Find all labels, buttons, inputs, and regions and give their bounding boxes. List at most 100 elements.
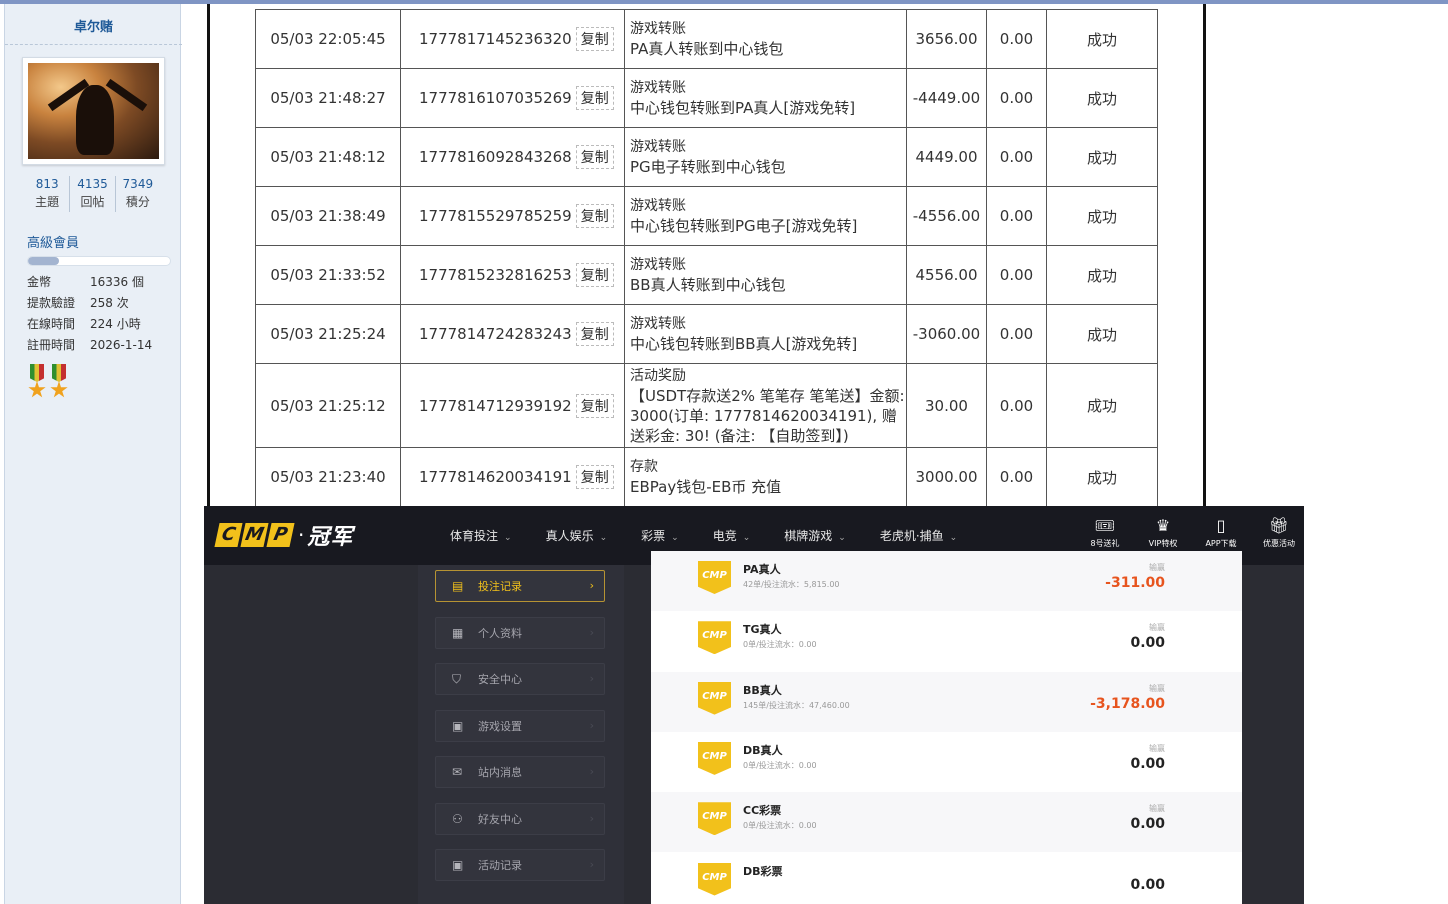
- game-stat-row[interactable]: CMP PA真人 42单/投注流水：5,815.00 输赢 -311.00: [651, 551, 1242, 611]
- tx-id: 1777814712939192 复制: [400, 363, 625, 448]
- tx-id: 1777815529785259 复制: [400, 186, 625, 246]
- tx-date: 05/03 21:25:12: [255, 363, 401, 448]
- tx-fee: 0.00: [986, 9, 1047, 69]
- game-stats-panel: CMP PA真人 42单/投注流水：5,815.00 输赢 -311.00 CMP TG真人…: [651, 551, 1242, 904]
- win-loss-label: 输赢: [1149, 743, 1165, 753]
- cmp-badge-icon: CMP: [698, 741, 731, 775]
- game-turnover: 145单/投注流水：47,460.00: [743, 700, 850, 710]
- tx-status: 成功: [1046, 304, 1158, 364]
- chevron-right-icon: ›: [589, 765, 594, 778]
- chevron-right-icon: ›: [589, 858, 594, 871]
- crown-icon: ♛: [1155, 516, 1171, 535]
- username-link[interactable]: 卓尔赌: [5, 16, 182, 35]
- sidebar-item[interactable]: ⛉ 安全中心 ›: [435, 663, 605, 695]
- tx-date: 05/03 21:38:49: [255, 186, 401, 246]
- transaction-row: 05/03 21:25:24 1777814724283243 复制 游戏转账 中心钱包…: [255, 304, 1158, 364]
- stat-points[interactable]: 7349 積分: [116, 176, 160, 212]
- tx-description: 游戏转账 BB真人转账到中心钱包: [624, 245, 907, 305]
- tx-date: 05/03 22:05:45: [255, 9, 401, 69]
- avatar[interactable]: [22, 57, 165, 165]
- game-name: CC彩票: [743, 804, 782, 818]
- tx-description: 游戏转账 中心钱包转账到BB真人[游戏免转]: [624, 304, 907, 364]
- sidebar-item[interactable]: ▣ 活动记录 ›: [435, 849, 605, 881]
- betting-site-screenshot: C M P · 冠军 体育投注 ⌄ 真人娱乐 ⌄ 彩票 ⌄ 电竞 ⌄ 棋牌游戏 ⌄ 老虎机·捕鱼 ⌄ …: [204, 506, 1304, 904]
- gift-8th-button[interactable]: 🎟︎ 8号送礼: [1076, 516, 1134, 550]
- game-stat-row[interactable]: CMP CC彩票 0单/投注流水：0.00 输赢 0.00: [651, 792, 1242, 853]
- info-row: 提款驗證 258 次: [27, 296, 129, 310]
- win-loss-label: 输赢: [1149, 623, 1165, 633]
- shield-icon: ⛉: [452, 671, 462, 686]
- tx-status: 成功: [1046, 9, 1158, 69]
- medal-icon[interactable]: [49, 364, 69, 400]
- transaction-row: 05/03 21:25:12 1777814712939192 复制 活动奖励 【USD…: [255, 363, 1158, 448]
- game-name: DB真人: [743, 743, 783, 757]
- tx-status: 成功: [1046, 363, 1158, 448]
- app-download-button[interactable]: ▯ APP下载: [1192, 516, 1250, 550]
- tx-description: 存款 EBPay钱包-EB币 充值: [624, 447, 907, 506]
- win-loss-value: -3,178.00: [1090, 695, 1165, 712]
- stat-threads[interactable]: 813 主題: [25, 176, 71, 212]
- tx-amount: -4449.00: [906, 68, 987, 128]
- tx-date: 05/03 21:48:27: [255, 68, 401, 128]
- win-loss-value: 0.00: [1130, 816, 1165, 833]
- tx-description: 游戏转账 PA真人转账到中心钱包: [624, 9, 907, 69]
- tx-id: 1777815232816253 复制: [400, 245, 625, 305]
- medals: [27, 364, 69, 400]
- chevron-right-icon: ›: [589, 811, 594, 825]
- copy-button[interactable]: 复制: [575, 465, 614, 489]
- tx-fee: 0.00: [986, 127, 1047, 187]
- copy-button[interactable]: 复制: [575, 263, 614, 287]
- divider: [5, 44, 182, 45]
- vip-button[interactable]: ♛ VIP特权: [1134, 516, 1192, 550]
- tx-amount: 30.00: [906, 363, 987, 448]
- sidebar-item[interactable]: ✉ 站内消息 ›: [435, 756, 605, 788]
- mail-icon: ✉: [452, 765, 463, 779]
- user-level[interactable]: 高級會員: [27, 232, 79, 251]
- tx-fee: 0.00: [986, 245, 1047, 305]
- tx-id: 1777817145236320 复制: [400, 9, 625, 69]
- gift-icon: 🎁︎: [1268, 516, 1290, 535]
- tx-fee: 0.00: [986, 447, 1047, 506]
- cmp-badge-icon: CMP: [698, 681, 731, 715]
- copy-button[interactable]: 复制: [575, 27, 614, 51]
- copy-button[interactable]: 复制: [575, 393, 614, 418]
- game-stat-row[interactable]: CMP DB真人 0单/投注流水：0.00 输赢 0.00: [651, 732, 1242, 792]
- game-stat-row[interactable]: CMP TG真人 0单/投注流水：0.00 输赢 0.00: [651, 611, 1242, 671]
- sidebar-item[interactable]: ▤ 投注记录 ›: [435, 570, 605, 602]
- transaction-row: 05/03 21:23:40 1777814620034191 复制 存款 EBPay钱…: [255, 447, 1158, 506]
- copy-button[interactable]: 复制: [575, 86, 614, 110]
- tx-description: 活动奖励 【USDT存款送2% 笔笔存 笔笔送】金额: 3000(订单: 1777…: [624, 363, 907, 448]
- nav-menu-item[interactable]: 电竞 ⌄: [713, 527, 751, 544]
- nav-menu-item[interactable]: 真人娱乐 ⌄: [546, 527, 608, 544]
- activity-icon: ▣: [452, 858, 464, 872]
- transaction-row: 05/03 21:48:12 1777816092843268 复制 游戏转账 PG电子…: [255, 127, 1158, 187]
- cmp-badge-icon: CMP: [698, 802, 731, 836]
- promotions-button[interactable]: 🎁︎ 优惠活动: [1250, 516, 1304, 550]
- copy-button[interactable]: 复制: [575, 204, 614, 228]
- nav-menu-item[interactable]: 彩票 ⌄: [641, 527, 679, 544]
- medal-icon[interactable]: [27, 364, 47, 400]
- tx-status: 成功: [1046, 245, 1158, 305]
- sidebar-item[interactable]: ⚇ 好友中心 ›: [435, 802, 605, 835]
- tx-fee: 0.00: [986, 186, 1047, 246]
- game-turnover: 0单/投注流水：0.00: [743, 821, 817, 831]
- chevron-right-icon: ›: [589, 579, 594, 592]
- game-stat-row[interactable]: CMP BB真人 145单/投注流水：47,460.00 输赢 -3,178.00: [651, 671, 1242, 732]
- copy-button[interactable]: 复制: [575, 322, 614, 346]
- stat-replies[interactable]: 4135 回帖: [70, 176, 116, 212]
- site-logo[interactable]: C M P · 冠军: [214, 519, 353, 551]
- avatar-image: [28, 63, 159, 159]
- game-name: DB彩票: [743, 864, 783, 878]
- win-loss-label: 输赢: [1149, 563, 1165, 572]
- chevron-right-icon: ›: [589, 625, 594, 639]
- sidebar-item[interactable]: ▣ 游戏设置 ›: [435, 709, 605, 742]
- nav-tools: 🎟︎ 8号送礼 ♛ VIP特权 ▯ APP下载 🎁︎ 优惠活动: [1076, 516, 1304, 550]
- nav-menu-item[interactable]: 老虎机·捕鱼 ⌄: [880, 527, 957, 544]
- game-stat-row[interactable]: CMP DB彩票 0.00: [651, 853, 1242, 904]
- nav-menu-item[interactable]: 体育投注 ⌄: [450, 527, 512, 544]
- nav-menu-item[interactable]: 棋牌游戏 ⌄: [784, 527, 846, 544]
- sidebar-item[interactable]: ▦ 个人资料 ›: [435, 616, 605, 649]
- tx-amount: 3000.00: [906, 447, 987, 506]
- user-info: 金幣 16336 個 提款驗證 258 次 在線時間 224 小時 註冊時間 2026-…: [27, 272, 177, 356]
- copy-button[interactable]: 复制: [575, 145, 614, 169]
